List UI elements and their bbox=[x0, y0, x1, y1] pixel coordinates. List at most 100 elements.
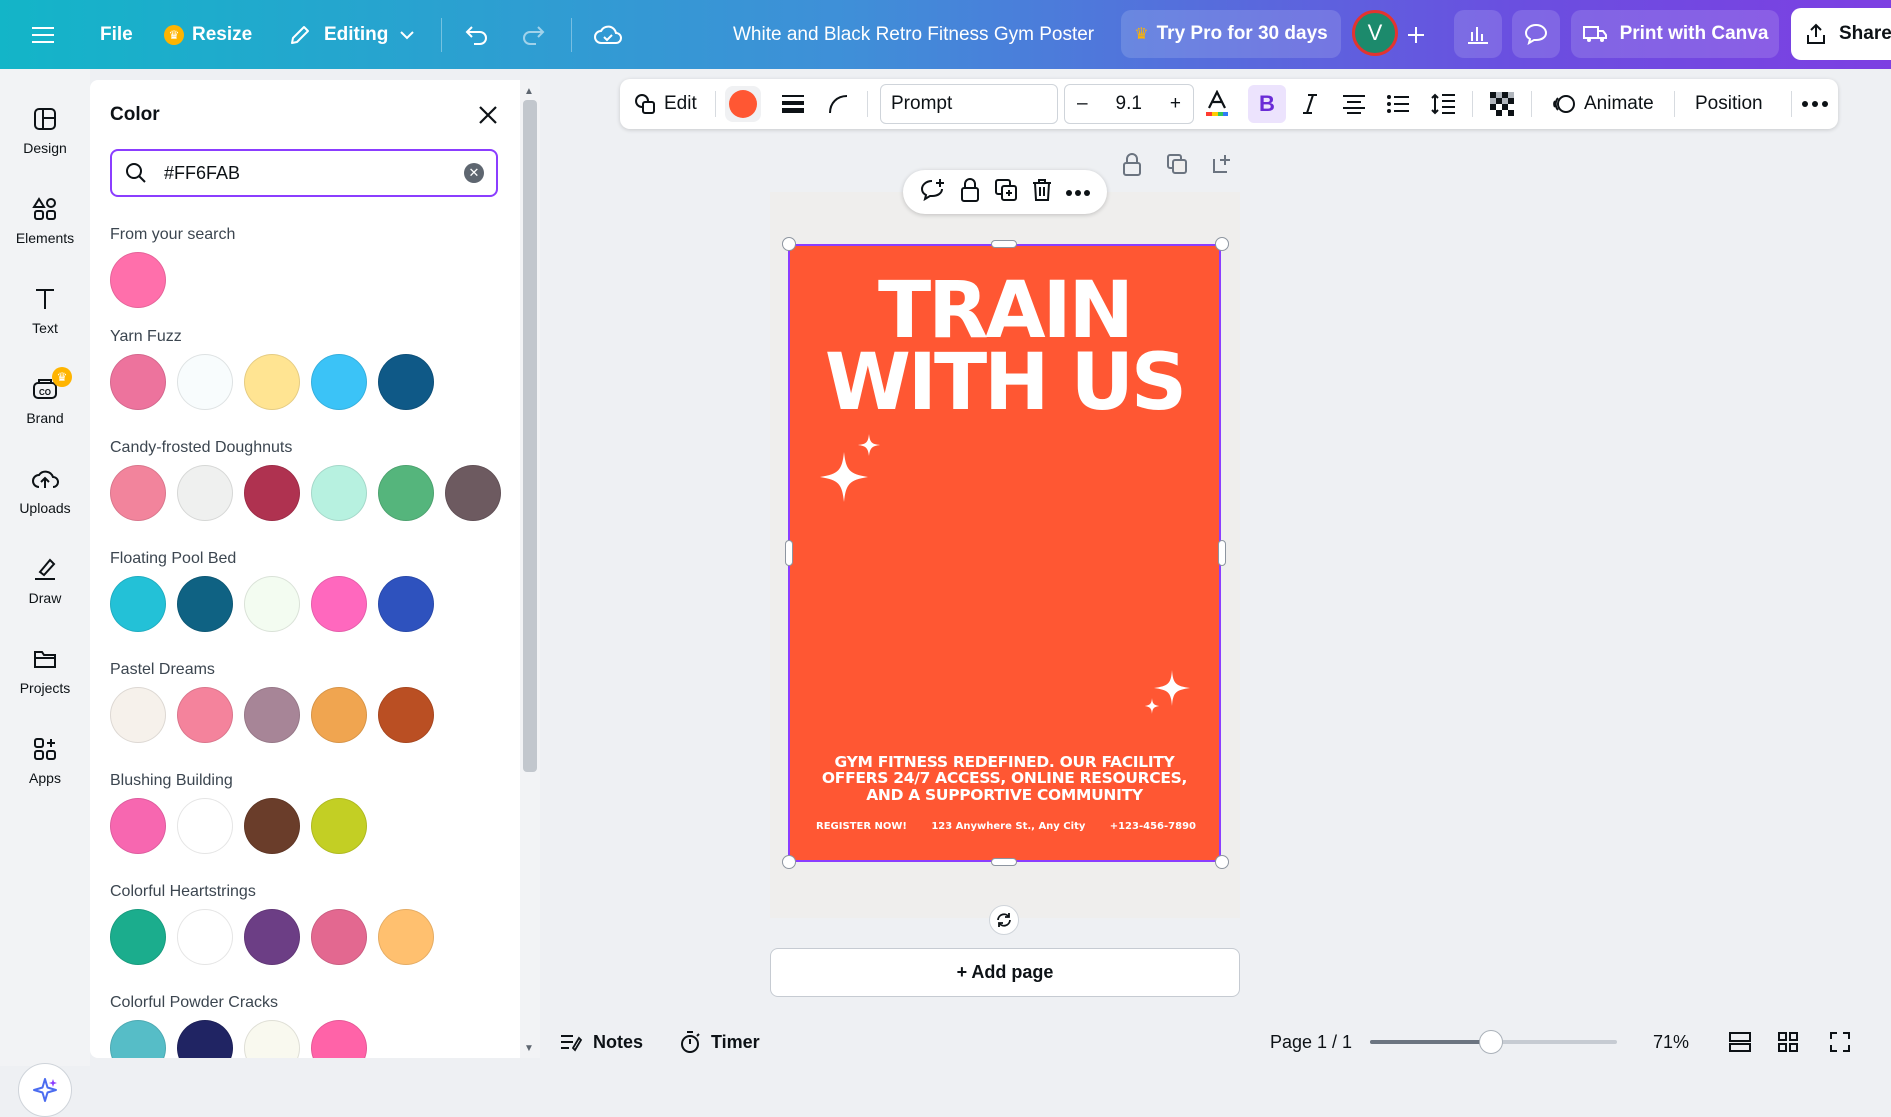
color-swatch[interactable] bbox=[244, 576, 300, 632]
close-icon[interactable] bbox=[473, 100, 503, 130]
color-swatch[interactable] bbox=[177, 687, 233, 743]
line-spacing-icon[interactable] bbox=[1430, 79, 1456, 129]
resize-handle-right[interactable] bbox=[1218, 540, 1226, 566]
zoom-slider-handle[interactable] bbox=[1478, 1030, 1503, 1054]
italic-icon[interactable] bbox=[1300, 79, 1320, 129]
color-swatch[interactable] bbox=[311, 1020, 367, 1058]
color-swatch[interactable] bbox=[110, 576, 166, 632]
share-button[interactable]: Share bbox=[1791, 8, 1891, 60]
scroll-up-icon[interactable]: ▲ bbox=[524, 86, 534, 97]
page-indicator[interactable]: Page 1 / 1 bbox=[1270, 1022, 1352, 1062]
color-swatch[interactable] bbox=[311, 909, 367, 965]
border-weight-icon[interactable] bbox=[781, 79, 805, 129]
color-swatch[interactable] bbox=[311, 576, 367, 632]
sidebar-item-draw[interactable]: Draw bbox=[0, 541, 90, 621]
color-swatch[interactable] bbox=[244, 909, 300, 965]
cloud-saved-icon[interactable] bbox=[594, 0, 622, 69]
resize-handle-bottom[interactable] bbox=[991, 858, 1017, 866]
color-swatch[interactable] bbox=[378, 465, 434, 521]
panel-scrollbar-thumb[interactable] bbox=[523, 100, 537, 772]
add-page-icon[interactable] bbox=[1211, 153, 1233, 175]
color-swatch[interactable] bbox=[110, 909, 166, 965]
bulleted-list-icon[interactable] bbox=[1386, 79, 1410, 129]
color-swatch[interactable] bbox=[110, 354, 166, 410]
color-swatch[interactable] bbox=[445, 465, 501, 521]
scroll-down-icon[interactable]: ▼ bbox=[524, 1043, 534, 1054]
color-swatch[interactable] bbox=[244, 465, 300, 521]
transparency-icon[interactable] bbox=[1489, 79, 1515, 129]
sidebar-item-text[interactable]: Text bbox=[0, 271, 90, 351]
more-icon[interactable] bbox=[1066, 183, 1091, 201]
avatar[interactable]: V bbox=[1352, 10, 1398, 56]
menu-icon[interactable] bbox=[32, 0, 54, 69]
font-size-input[interactable]: 9.1 bbox=[1116, 93, 1142, 115]
comment-add-icon[interactable] bbox=[920, 178, 946, 207]
color-swatch[interactable] bbox=[110, 798, 166, 854]
resize-handle-top-right[interactable] bbox=[1215, 237, 1229, 251]
animate-button[interactable]: Animate bbox=[1552, 79, 1654, 129]
position-button[interactable]: Position bbox=[1695, 79, 1763, 129]
resize-handle-left[interactable] bbox=[785, 540, 793, 566]
sidebar-item-uploads[interactable]: Uploads bbox=[0, 451, 90, 531]
rotate-icon[interactable] bbox=[989, 905, 1019, 935]
add-page-button[interactable]: + Add page bbox=[770, 948, 1240, 997]
file-menu[interactable]: File bbox=[100, 0, 133, 69]
color-swatch[interactable] bbox=[177, 354, 233, 410]
color-swatch[interactable] bbox=[177, 909, 233, 965]
page-lock-icon[interactable] bbox=[1121, 153, 1143, 177]
notes-button[interactable]: Notes bbox=[559, 1022, 643, 1062]
document-title[interactable]: White and Black Retro Fitness Gym Poster bbox=[733, 0, 1094, 69]
text-align-center-icon[interactable] bbox=[1342, 79, 1366, 129]
resize-handle-top[interactable] bbox=[991, 240, 1017, 248]
resize-handle-bottom-left[interactable] bbox=[782, 855, 796, 869]
bold-button[interactable]: B bbox=[1248, 85, 1286, 123]
undo-icon[interactable] bbox=[464, 0, 490, 69]
color-swatch[interactable] bbox=[110, 687, 166, 743]
color-swatch[interactable] bbox=[177, 576, 233, 632]
timer-button[interactable]: Timer bbox=[679, 1022, 760, 1062]
color-swatch[interactable] bbox=[311, 465, 367, 521]
poster-title-line2[interactable]: WITH US bbox=[790, 344, 1219, 422]
color-swatch[interactable] bbox=[244, 354, 300, 410]
poster-body-text[interactable]: GYM FITNESS REDEFINED. OUR FACILITY OFFE… bbox=[806, 754, 1203, 803]
magic-assistant-button[interactable] bbox=[18, 1063, 72, 1117]
duplicate-page-icon[interactable] bbox=[1166, 153, 1188, 175]
color-swatch[interactable] bbox=[311, 354, 367, 410]
color-swatch[interactable] bbox=[378, 687, 434, 743]
color-swatch[interactable] bbox=[177, 798, 233, 854]
color-swatch[interactable] bbox=[110, 1020, 166, 1058]
color-swatch[interactable] bbox=[244, 687, 300, 743]
color-swatch[interactable] bbox=[110, 252, 166, 308]
color-swatch[interactable] bbox=[378, 909, 434, 965]
add-collaborator-icon[interactable] bbox=[1406, 0, 1426, 69]
poster-phone-text[interactable]: +123-456-7890 bbox=[1110, 821, 1196, 832]
pages-view-icon[interactable] bbox=[1777, 1022, 1799, 1062]
resize-handle-bottom-right[interactable] bbox=[1215, 855, 1229, 869]
edit-button[interactable]: Edit bbox=[634, 79, 697, 129]
color-swatch[interactable] bbox=[311, 687, 367, 743]
poster-address-text[interactable]: 123 Anywhere St., Any City bbox=[931, 821, 1085, 832]
color-swatch[interactable] bbox=[177, 1020, 233, 1058]
lock-icon[interactable] bbox=[959, 177, 981, 208]
duplicate-icon[interactable] bbox=[994, 178, 1018, 207]
sidebar-item-elements[interactable]: Elements bbox=[0, 181, 90, 261]
sidebar-item-design[interactable]: Design bbox=[0, 91, 90, 171]
poster-register-text[interactable]: REGISTER NOW! bbox=[816, 821, 907, 832]
resize-button[interactable]: ♛ Resize bbox=[164, 0, 252, 69]
color-swatch[interactable] bbox=[311, 798, 367, 854]
increase-font-size-button[interactable]: + bbox=[1170, 93, 1181, 115]
color-swatch[interactable] bbox=[244, 798, 300, 854]
sidebar-item-brand[interactable]: ♛ CO Brand bbox=[0, 361, 90, 441]
comments-button[interactable] bbox=[1512, 10, 1560, 58]
resize-handle-top-left[interactable] bbox=[782, 237, 796, 251]
insights-button[interactable] bbox=[1454, 10, 1502, 58]
fill-color-button[interactable] bbox=[725, 79, 761, 129]
color-swatch[interactable] bbox=[244, 1020, 300, 1058]
color-swatch[interactable] bbox=[378, 576, 434, 632]
redo-icon[interactable] bbox=[520, 0, 546, 69]
sparkle-icon[interactable] bbox=[1144, 670, 1192, 718]
text-color-icon[interactable] bbox=[1204, 79, 1230, 129]
zoom-level[interactable]: 71% bbox=[1653, 1022, 1689, 1062]
delete-icon[interactable] bbox=[1031, 178, 1053, 207]
font-family-dropdown[interactable]: Prompt bbox=[880, 84, 1058, 124]
